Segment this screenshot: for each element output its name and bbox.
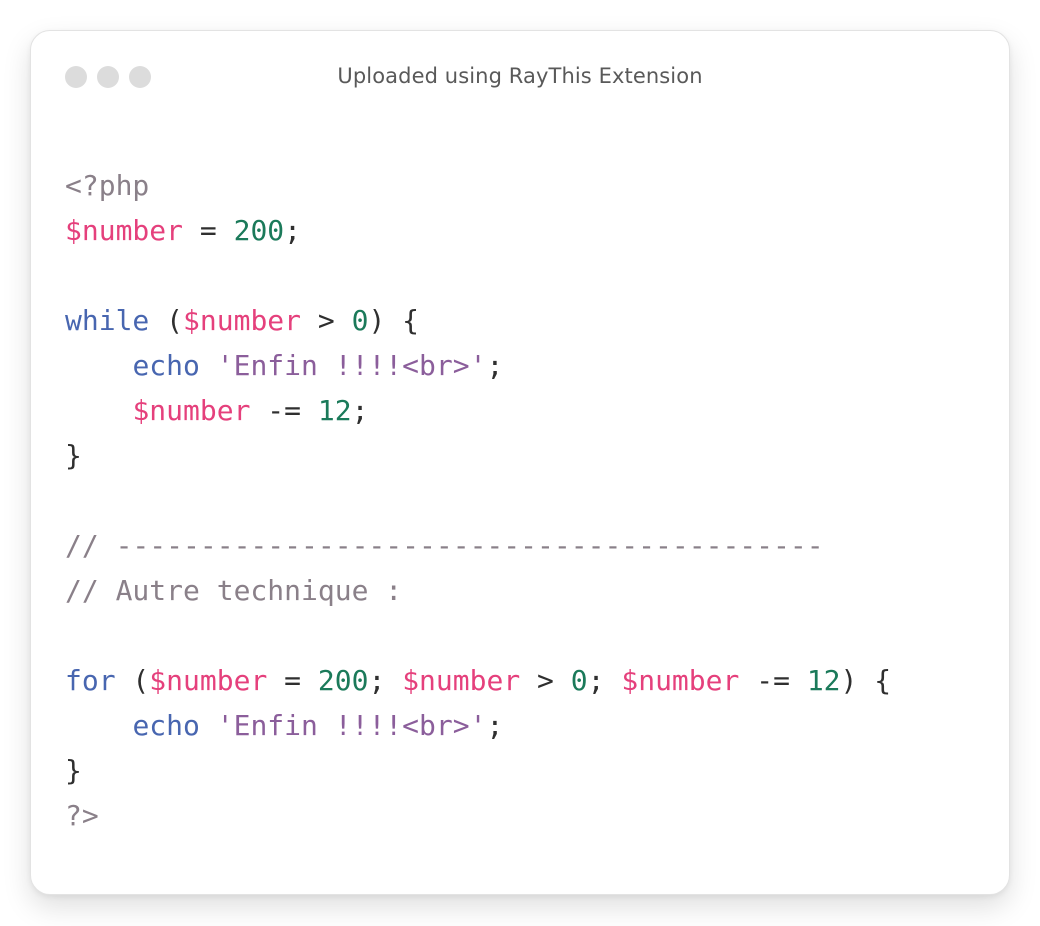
code-token-str: 'Enfin !!!!<br>'	[216, 709, 487, 742]
code-token-var: $number	[132, 394, 251, 427]
code-token-str: 'Enfin !!!!<br>'	[216, 349, 487, 382]
code-token-op: ) {	[368, 304, 420, 337]
code-token-var: $number	[183, 304, 302, 337]
code-token-op: =	[183, 214, 234, 247]
code-line: $number -= 12;	[65, 388, 891, 433]
code-line: // -------------------------------------…	[65, 523, 891, 568]
code-token-op	[200, 709, 217, 742]
code-line: // Autre technique :	[65, 568, 891, 613]
code-token-var: $number	[65, 214, 184, 247]
code-token-op: >	[520, 664, 571, 697]
code-token-op: ;	[351, 394, 369, 427]
code-token-kw: echo	[132, 349, 200, 382]
code-token-op: }	[65, 754, 82, 787]
code-token-op: (	[149, 304, 184, 337]
code-token-op	[65, 349, 132, 382]
code-token-op: =	[267, 664, 318, 697]
code-token-num: 12	[317, 394, 352, 427]
code-token-var: $number	[402, 664, 521, 697]
code-token-kw: echo	[132, 709, 200, 742]
code-token-num: 0	[351, 304, 369, 337]
code-token-op: -=	[739, 664, 807, 697]
code-token-op: ) {	[840, 664, 892, 697]
code-line: for ($number = 200; $number > 0; $number…	[65, 658, 891, 703]
code-token-kw: while	[65, 304, 150, 337]
code-line: while ($number > 0) {	[65, 298, 891, 343]
code-block: <?php $number = 200; while ($number > 0) {…	[65, 163, 891, 838]
code-token-var: $number	[621, 664, 740, 697]
code-token-op	[65, 709, 132, 742]
code-token-num: 0	[570, 664, 588, 697]
code-token-op: ;	[587, 664, 622, 697]
code-line: echo 'Enfin !!!!<br>';	[65, 703, 891, 748]
code-line: ?>	[65, 793, 891, 838]
code-token-cmt: // Autre technique :	[65, 574, 403, 607]
code-token-op: ;	[486, 709, 504, 742]
code-token-num: 200	[317, 664, 369, 697]
code-window: Uploaded using RayThis Extension <?php $n…	[30, 30, 1010, 895]
code-line: }	[65, 433, 891, 478]
code-token-var: $number	[149, 664, 268, 697]
code-token-op: -=	[250, 394, 318, 427]
code-token-meta: <?php	[65, 169, 150, 202]
code-token-op: }	[65, 439, 82, 472]
code-line: }	[65, 748, 891, 793]
code-token-cmt: // -------------------------------------…	[65, 529, 824, 562]
code-token-op	[200, 349, 217, 382]
code-token-num: 200	[233, 214, 285, 247]
code-token-meta: ?>	[65, 799, 99, 832]
code-token-op: (	[115, 664, 150, 697]
code-token-op: ;	[486, 349, 504, 382]
code-token-num: 12	[806, 664, 841, 697]
code-line: $number = 200;	[65, 208, 891, 253]
window-titlebar: Uploaded using RayThis Extension	[31, 31, 1009, 127]
code-token-op: >	[301, 304, 352, 337]
code-token-op	[65, 394, 132, 427]
code-token-op: ;	[284, 214, 302, 247]
code-token-op: ;	[368, 664, 403, 697]
code-token-kw: for	[65, 664, 116, 697]
code-line: <?php	[65, 163, 891, 208]
window-title: Uploaded using RayThis Extension	[337, 64, 703, 88]
code-line: echo 'Enfin !!!!<br>';	[65, 343, 891, 388]
